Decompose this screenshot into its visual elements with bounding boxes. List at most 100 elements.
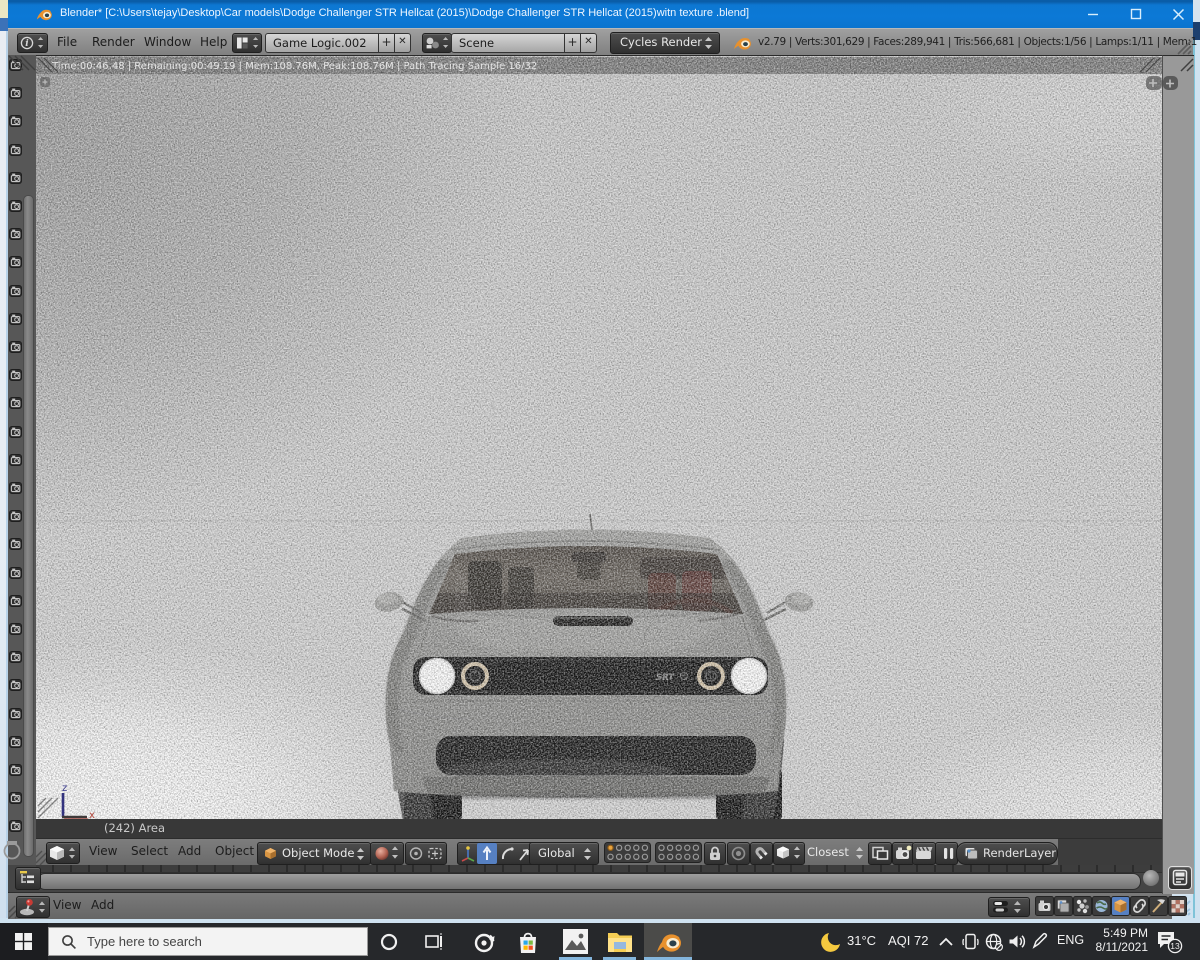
open-properties-button[interactable]	[1146, 76, 1162, 90]
filter-texture-icon[interactable]	[1168, 896, 1187, 916]
datablock-display-toggle[interactable]	[988, 897, 1030, 917]
network-globe-icon[interactable]	[985, 933, 1003, 951]
volume-icon[interactable]	[1008, 933, 1027, 950]
pause-render-button[interactable]	[935, 842, 958, 865]
viewport-shading-dropdown[interactable]	[370, 842, 404, 865]
menu-3d-select[interactable]: Select	[131, 844, 168, 858]
filter-image-icon[interactable]	[1054, 896, 1073, 916]
screen-layout-selector[interactable]	[232, 33, 262, 53]
menu-logic-add[interactable]: Add	[91, 898, 114, 912]
filter-link-icon[interactable]	[1130, 896, 1149, 916]
editor-type-selector[interactable]: i	[17, 33, 48, 53]
rotate-manipulator-icon[interactable]	[501, 847, 514, 860]
filter-world-icon[interactable]	[1092, 896, 1111, 916]
glitch-camera-icon	[9, 284, 22, 297]
viewport-render-area[interactable]: SRT	[36, 55, 1162, 820]
filter-pickaxe-icon[interactable]	[1149, 896, 1168, 916]
glitch-camera-icon	[9, 820, 22, 833]
glitch-camera-icon	[9, 707, 22, 720]
taskbar-search[interactable]: Type here to search	[48, 927, 368, 956]
scene-selector[interactable]	[422, 33, 452, 53]
editor-type-selector-logic[interactable]	[16, 896, 50, 918]
snap-target-button[interactable]	[868, 842, 892, 865]
glitch-camera-icon	[9, 594, 22, 607]
glitch-camera-icon	[9, 143, 22, 156]
area-corner-stripes	[1180, 58, 1194, 72]
outliner-glitch-button	[15, 867, 41, 890]
blender-app-button[interactable]	[644, 923, 692, 960]
menu-logic-view[interactable]: View	[53, 898, 81, 912]
glitch-camera-icon	[9, 735, 22, 748]
close-button[interactable]	[1156, 0, 1200, 28]
proportional-edit-button[interactable]	[727, 842, 750, 865]
menu-render[interactable]: Render	[92, 35, 135, 49]
photos-icon	[563, 929, 588, 954]
menu-window[interactable]: Window	[144, 35, 191, 49]
area-corner-stripes	[1177, 40, 1192, 55]
manipulator-axis-icon[interactable]	[461, 846, 475, 862]
pen-icon[interactable]	[1031, 932, 1049, 950]
microsoft-store-button[interactable]	[512, 923, 544, 960]
glitch-camera-icon	[9, 482, 22, 494]
cortana-button[interactable]	[374, 923, 404, 960]
file-explorer-icon	[608, 933, 632, 952]
scene-name-field[interactable]: Scene	[451, 33, 572, 53]
render-engine-dropdown[interactable]: Cycles Render	[610, 32, 720, 54]
tray-chevron-icon[interactable]	[938, 937, 954, 947]
lock-camera-button[interactable]	[704, 842, 726, 865]
orientation-value: Global	[538, 846, 575, 860]
weather-aqi[interactable]: AQI 72	[888, 933, 928, 948]
filter-object-icon[interactable]	[1111, 896, 1130, 916]
menu-file[interactable]: File	[57, 35, 77, 49]
layers-widget[interactable]	[604, 842, 704, 867]
menu-3d-add[interactable]: Add	[178, 844, 201, 858]
pinned-app-target[interactable]	[468, 923, 502, 960]
minimize-button[interactable]	[1071, 0, 1115, 28]
proportional-edit-icon	[731, 846, 746, 861]
open-toolshelf-button[interactable]	[40, 77, 50, 87]
mode-dropdown[interactable]: Object Mode	[257, 842, 371, 865]
menu-3d-view[interactable]: View	[89, 844, 117, 858]
render-layer-value: RenderLayer	[983, 846, 1057, 860]
start-button[interactable]	[0, 923, 48, 960]
filter-particles-icon[interactable]	[1073, 896, 1092, 916]
render-engine-value: Cycles Render	[620, 35, 703, 49]
pivot-point-group[interactable]	[405, 842, 447, 865]
screen-layout-add-button[interactable]: +	[378, 33, 395, 53]
scene-close-button[interactable]: ✕	[580, 33, 597, 53]
render-animation-button[interactable]	[912, 842, 936, 865]
logic-editor-icon	[20, 899, 45, 916]
mode-value: Object Mode	[282, 846, 355, 860]
scene-add-button[interactable]: +	[564, 33, 581, 53]
snap-toggle-button[interactable]	[750, 842, 773, 865]
file-explorer-button[interactable]	[602, 923, 636, 960]
screen-layout-name-field[interactable]: Game Logic.002	[265, 33, 386, 53]
glitch-camera-icon	[9, 453, 22, 466]
menu-3d-object[interactable]: Object	[215, 844, 254, 858]
weather-temperature[interactable]: 31°C	[847, 933, 876, 948]
window-titlebar[interactable]: Blender* [C:\Users\tejay\Desktop\Car mod…	[8, 0, 1193, 28]
notification-center-button[interactable]: 13	[1155, 929, 1185, 955]
microsoft-store-icon	[520, 932, 536, 953]
maximize-button[interactable]	[1114, 0, 1158, 28]
task-view-button[interactable]	[419, 923, 449, 960]
photos-app-button[interactable]	[558, 923, 592, 960]
orientation-dropdown[interactable]: Global	[529, 842, 599, 865]
horizontal-scrollbar[interactable]	[37, 873, 1141, 890]
language-indicator[interactable]: ENG	[1057, 933, 1084, 947]
render-layer-dropdown[interactable]: RenderLayer	[956, 842, 1058, 865]
editor-type-selector-3dview[interactable]	[46, 842, 80, 864]
snap-element-value[interactable]: Closest	[807, 845, 849, 859]
open-properties-button-right[interactable]	[1163, 75, 1179, 91]
manipulate-centers-icon	[428, 847, 442, 860]
vertical-scrollbar[interactable]	[23, 195, 34, 857]
blender-logo-icon	[734, 38, 751, 50]
filter-camera-icon[interactable]	[1035, 896, 1054, 916]
updown-arrows-icon	[705, 37, 712, 49]
your-phone-icon[interactable]	[962, 933, 979, 950]
tray-clock[interactable]: 5:49 PM 8/11/2021	[1092, 926, 1149, 954]
snap-element-dropdown[interactable]	[773, 842, 805, 865]
menu-help[interactable]: Help	[200, 35, 227, 49]
scale-manipulator-icon[interactable]	[519, 849, 529, 861]
screen-layout-close-button[interactable]: ✕	[394, 33, 411, 53]
